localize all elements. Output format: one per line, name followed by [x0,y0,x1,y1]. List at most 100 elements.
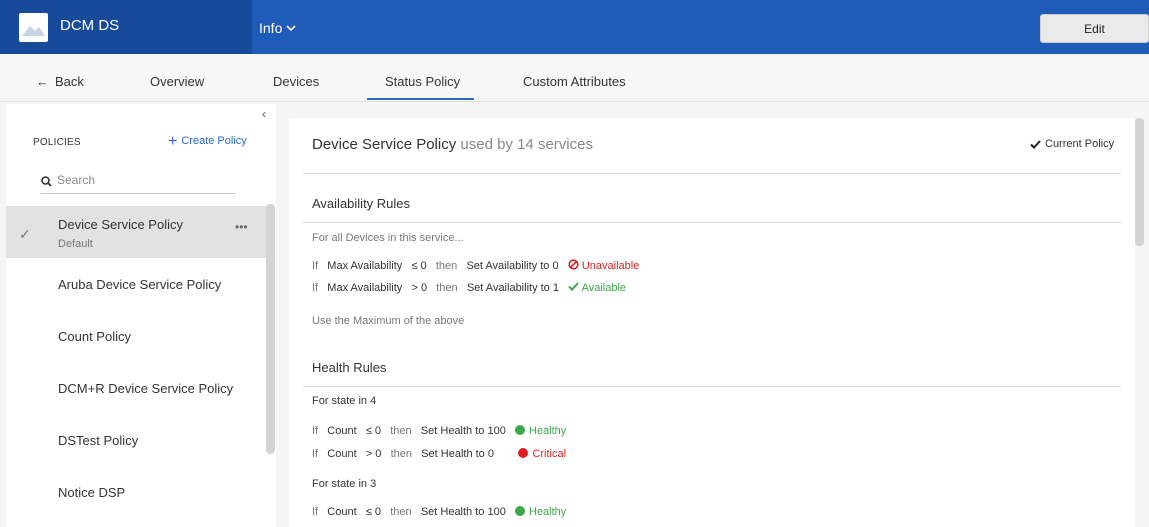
health-rule: If Count ≤ 0 then Set Health to 100 Heal… [312,506,566,518]
rule-if: If [312,282,319,294]
green-dot-icon [515,506,525,516]
check-icon: ✓ [19,226,31,242]
tab-overview[interactable]: Overview [150,74,204,89]
create-policy-button[interactable]: + Create Policy [168,132,247,150]
rule-action: Set Health to 100 [420,425,506,437]
rule-operator: ≤ 0 [365,425,382,437]
availability-footer: Use the Maximum of the above [312,315,465,327]
policy-usage-count: used by 14 services [460,136,593,153]
current-policy-badge: Current Policy [1030,138,1114,150]
info-menu[interactable]: Info [259,20,296,36]
health-rule: If Count ≤ 0 then Set Health to 100 Heal… [312,425,566,437]
policy-item-device-service-policy[interactable]: ✓ Device Service Policy Default ••• [6,206,266,258]
rule-if: If [312,448,319,460]
rule-metric: Max Availability [327,260,403,272]
rule-operator: ≤ 0 [411,260,427,272]
tab-bar: ← Back Overview Devices Status Policy Cus… [0,54,1149,102]
policy-detail-card: Device Service Policy used by 14 service… [289,118,1135,527]
health-rules-title: Health Rules [312,360,387,375]
availability-rule: If Max Availability > 0 then Set Availab… [312,282,626,294]
rule-metric: Count [327,506,357,518]
group-heading-label: For state in 3 [312,478,377,490]
rule-then: then [390,448,413,460]
healthy-status: Healthy [515,506,566,518]
green-dot-icon [515,425,525,435]
active-tab-indicator [367,98,474,100]
prohibited-icon [568,259,579,270]
policy-item-aruba[interactable]: Aruba Device Service Policy [6,258,266,310]
search-input[interactable] [57,173,232,187]
policy-name: Count Policy [58,329,131,344]
policy-item-count[interactable]: Count Policy [6,310,266,362]
chevron-down-icon [286,24,296,31]
back-arrow-icon: ← [36,74,49,89]
rule-metric: Max Availability [327,282,403,294]
available-status: Available [568,282,626,294]
search-icon [41,176,52,187]
rule-then: then [390,425,412,437]
critical-status: Critical [518,448,566,460]
status-label: Critical [532,448,567,460]
rule-action: Set Health to 100 [420,506,506,518]
rule-if: If [312,425,319,437]
rule-action: Set Availability to 0 [466,260,559,272]
status-label: Unavailable [581,260,640,272]
create-policy-label: Create Policy [181,135,247,147]
policy-name: DCM+R Device Service Policy [58,381,234,396]
policies-heading: POLICIES [33,137,81,148]
tab-custom-attributes[interactable]: Custom Attributes [523,74,626,89]
policy-name: DSTest Policy [58,433,139,448]
search-box [41,172,236,194]
current-policy-label: Current Policy [1045,138,1115,150]
rule-action: Set Availability to 1 [466,282,559,294]
divider [303,173,1121,174]
availability-rule: If Max Availability ≤ 0 then Set Availab… [312,259,639,272]
check-icon [568,282,579,291]
health-rule: If Count > 0 then Set Health to 0 Critic… [312,448,566,460]
policy-item-dcmr[interactable]: DCM+R Device Service Policy [6,362,266,414]
divider [303,386,1121,387]
app-title: DCM DS [60,17,120,34]
back-button[interactable]: ← Back [36,74,84,89]
rule-operator: > 0 [365,448,382,460]
rule-then: then [390,506,412,518]
health-group-heading: For state in 3 [312,478,376,490]
healthy-status: Healthy [515,425,566,437]
app-header: DCM DS [0,0,252,54]
rule-then: then [435,260,458,272]
rule-if: If [312,506,319,518]
more-options-icon[interactable]: ••• [235,220,248,234]
rule-metric: Count [327,448,357,460]
status-label: Healthy [529,506,567,518]
back-label: Back [55,74,84,89]
health-group-heading: For state in 4 [312,395,376,407]
plus-icon: + [168,132,178,150]
rule-operator: ≤ 0 [365,506,382,518]
top-bar: DCM DS Info Edit [0,0,1149,54]
policy-title: Device Service Policy used by 14 service… [312,136,593,153]
policy-name: Aruba Device Service Policy [58,277,222,292]
policy-title-name: Device Service Policy [312,136,457,153]
rule-if: If [312,260,319,272]
unavailable-status: Unavailable [568,259,640,272]
group-heading-label: For state in 4 [312,395,377,407]
rule-metric: Count [327,425,357,437]
policy-item-notice-dsp[interactable]: Notice DSP [6,466,266,518]
rule-action: Set Health to 0 [421,448,494,460]
availability-rules-title: Availability Rules [312,196,411,211]
status-label: Healthy [529,425,567,437]
policy-name: Notice DSP [58,485,126,500]
policy-item-dstest[interactable]: DSTest Policy [6,414,266,466]
info-menu-label: Info [259,20,283,36]
content-scrollbar[interactable] [1135,118,1144,246]
rule-operator: > 0 [411,282,428,294]
collapse-sidebar-icon[interactable]: ‹ [262,107,266,121]
app-logo-icon [19,13,48,42]
availability-intro: For all Devices in this service... [312,232,464,244]
edit-button[interactable]: Edit [1040,14,1149,43]
tab-status-policy[interactable]: Status Policy [385,74,460,89]
sidebar-scrollbar[interactable] [266,204,275,454]
status-label: Available [581,282,627,294]
policy-default-label: Default [58,238,93,250]
tab-devices[interactable]: Devices [273,74,319,89]
